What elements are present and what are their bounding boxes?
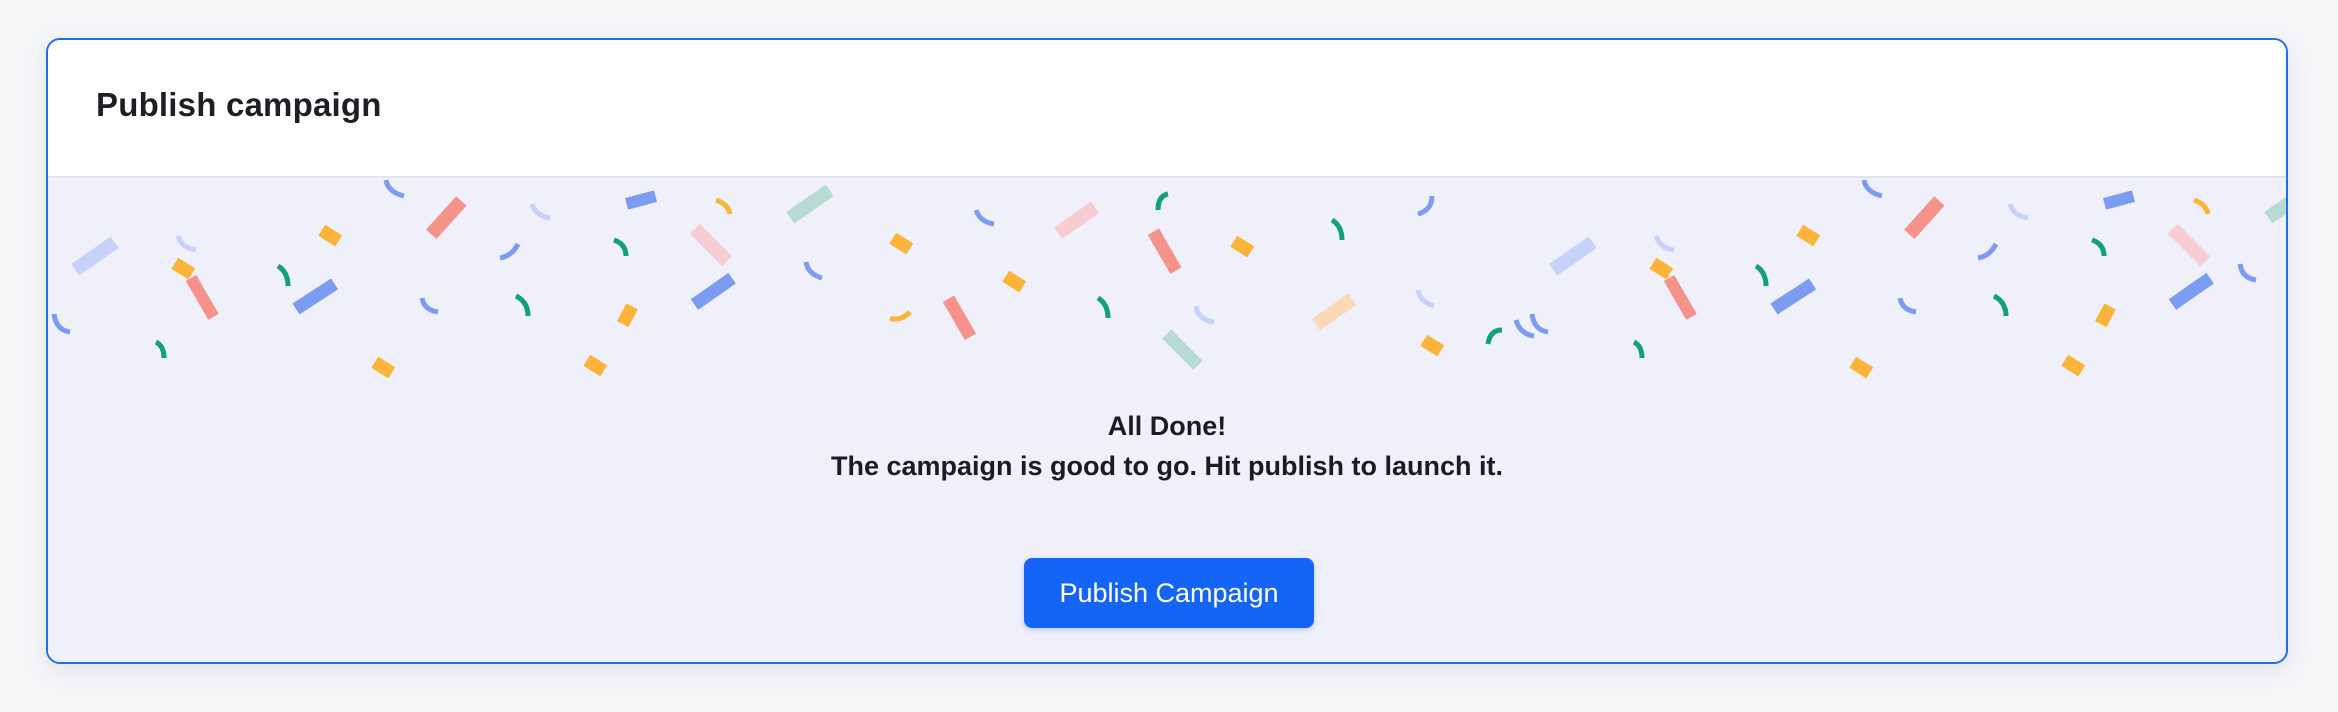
card-body: All Done! The campaign is good to go. Hi… xyxy=(48,178,2286,662)
message-subline: The campaign is good to go. Hit publish … xyxy=(831,451,1503,481)
completion-message: All Done! The campaign is good to go. Hi… xyxy=(48,406,2286,486)
confetti-pattern-right xyxy=(1529,179,2286,379)
message-headline: All Done! xyxy=(1107,411,1227,441)
confetti-pattern-left xyxy=(51,179,1535,379)
card-title: Publish campaign xyxy=(96,86,382,123)
card-header: Publish campaign xyxy=(48,40,2286,178)
publish-campaign-button[interactable]: Publish Campaign xyxy=(1024,558,1314,628)
publish-campaign-card: Publish campaign All Done! The campaign … xyxy=(46,38,2288,664)
confetti-decoration xyxy=(51,179,2286,379)
